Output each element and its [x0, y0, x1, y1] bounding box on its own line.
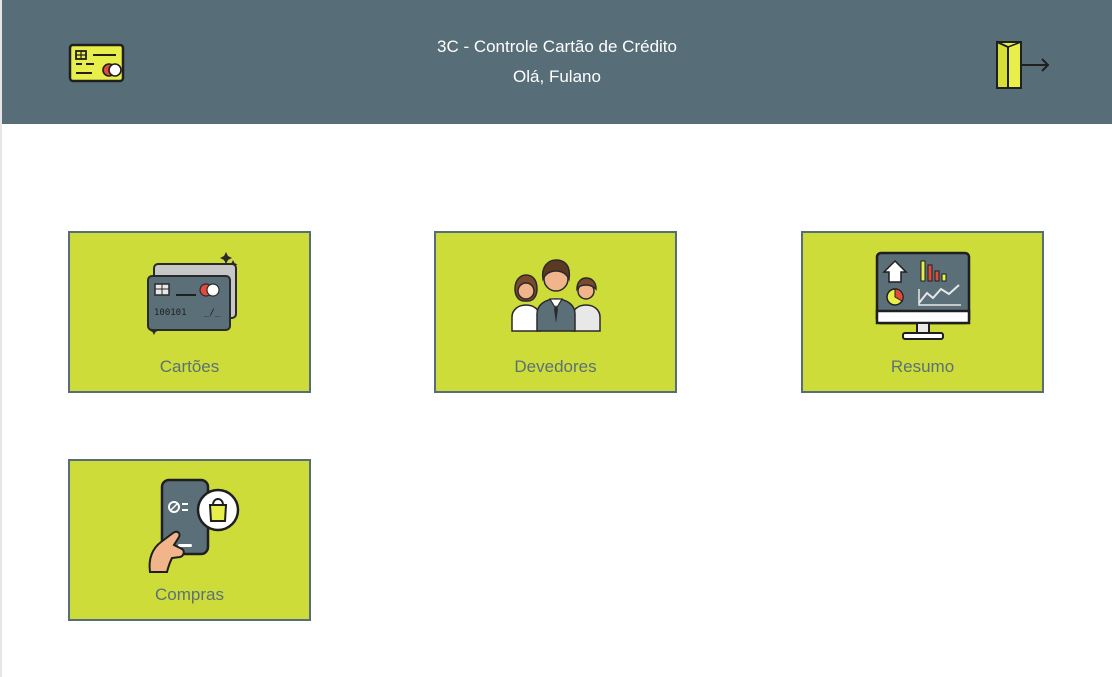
exit-door-icon[interactable] — [992, 39, 1052, 91]
menu-card-cartoes[interactable]: 100101 _/_ Cartões — [68, 231, 311, 393]
app-header: 3C - Controle Cartão de Crédito Olá, Ful… — [2, 0, 1112, 124]
svg-text:100101: 100101 — [154, 308, 187, 318]
app-title: 3C - Controle Cartão de Crédito — [436, 37, 677, 56]
menu-card-compras[interactable]: Compras — [68, 459, 311, 621]
user-greeting: Olá, Fulano — [513, 67, 601, 86]
svg-text:_/_: _/_ — [204, 308, 221, 318]
menu-card-label: Resumo — [890, 357, 955, 376]
menu-card-devedores[interactable]: Devedores — [434, 231, 677, 393]
dashboard-monitor-icon — [875, 251, 971, 340]
phone-shopping-icon — [148, 478, 240, 573]
menu-card-resumo[interactable]: Resumo — [801, 231, 1044, 393]
people-group-icon — [511, 259, 601, 332]
menu-card-label: Compras — [155, 585, 224, 604]
menu-card-label: Cartões — [159, 357, 220, 376]
credit-cards-icon: 100101 _/_ — [147, 252, 238, 335]
menu-card-label: Devedores — [514, 357, 597, 376]
